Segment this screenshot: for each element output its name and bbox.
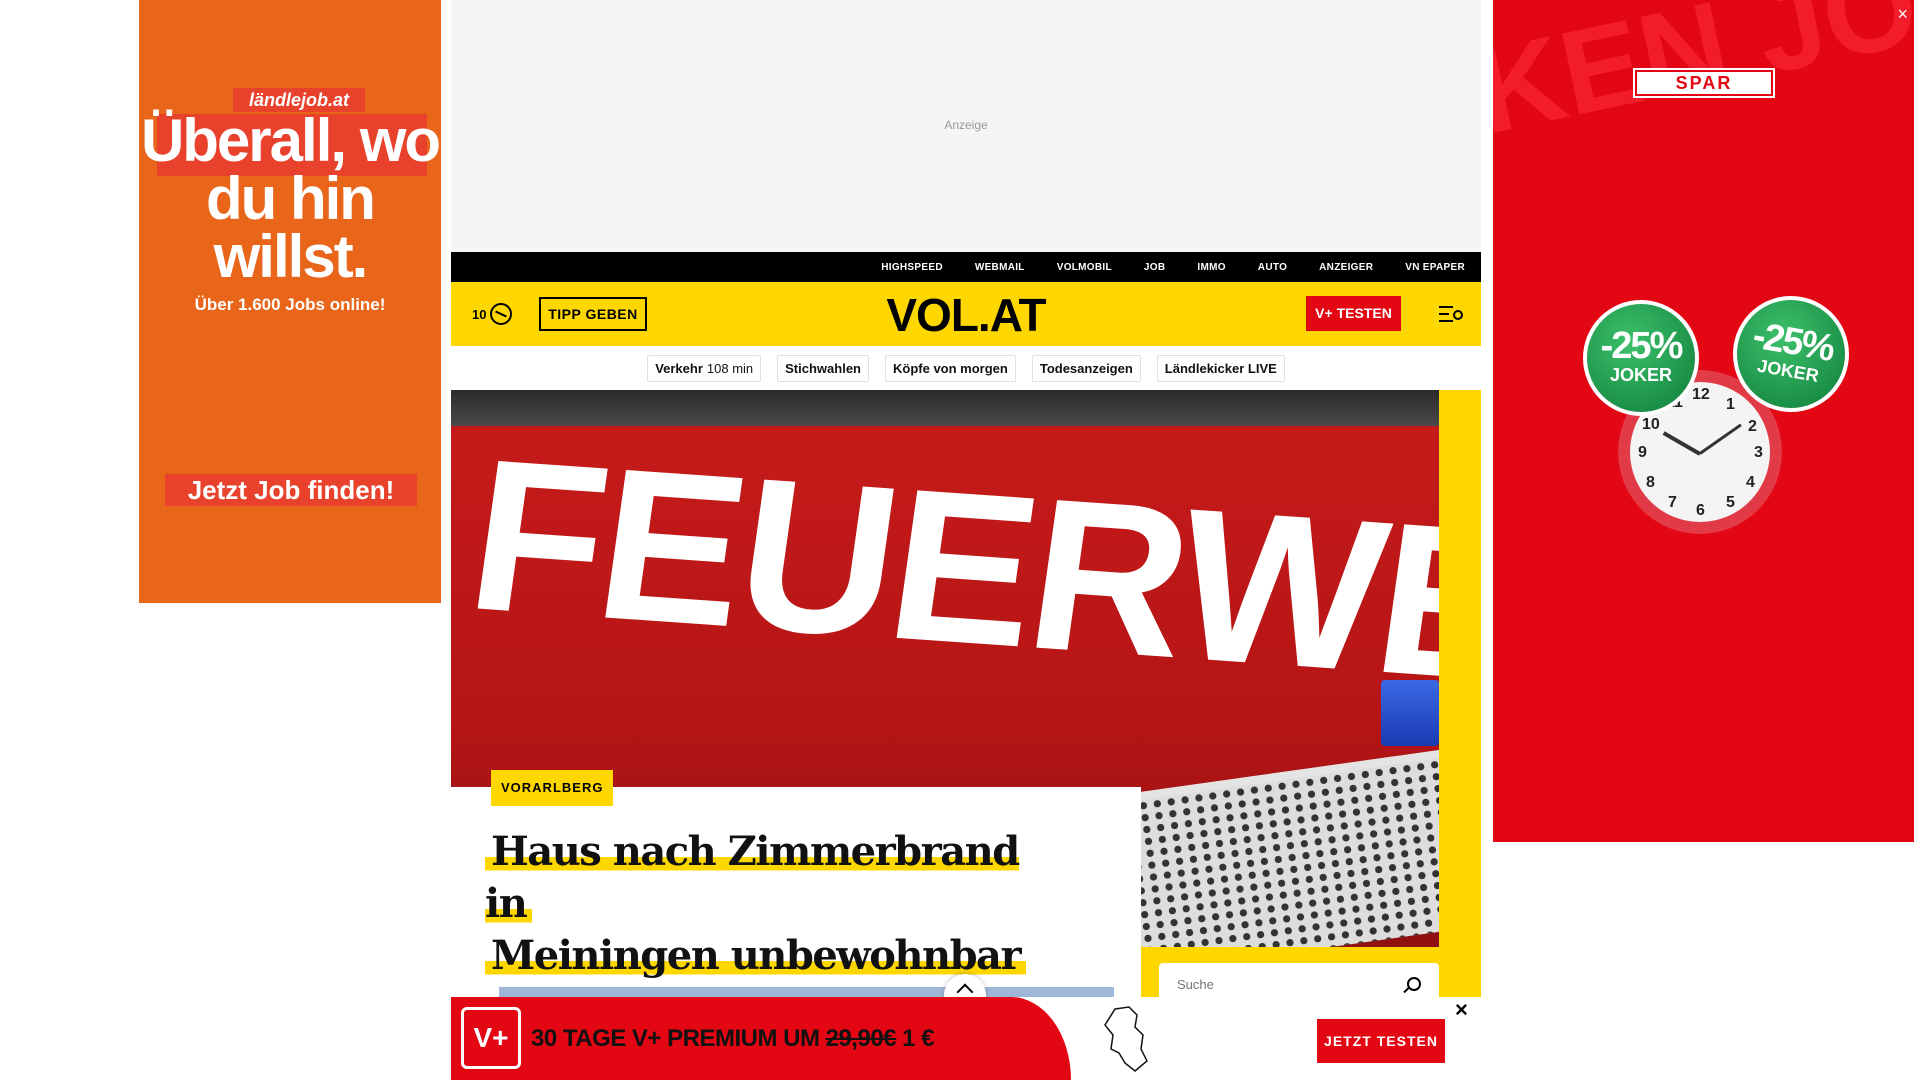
hero-headline-line1: Haus nach Zimmerbrand in (485, 828, 1020, 927)
search-input[interactable] (1177, 977, 1377, 992)
promo-text: 30 TAGE V+ PREMIUM UM 29,90€ 1 € (531, 1025, 935, 1053)
ad-headline: Überall, wo du hin willst. (140, 107, 441, 290)
tipp-geben-button[interactable]: TIPP GEBEN (539, 297, 647, 331)
blue-light (1381, 680, 1439, 746)
topbar-link-auto[interactable]: AUTO (1258, 262, 1287, 273)
topbar-link-highspeed[interactable]: HIGHSPEED (881, 262, 943, 273)
promo-old-price: 29,90€ (825, 1025, 897, 1052)
topbar-link-webmail[interactable]: WEBMAIL (975, 262, 1025, 273)
badge-percent: -25% (1600, 325, 1684, 367)
site-header: 10 TIPP GEBEN VOL.AT V+ TESTEN (451, 282, 1481, 346)
ad-label: Anzeige (944, 118, 988, 132)
chip-laendlekicker-live[interactable]: Ländlekicker LIVE (1156, 354, 1285, 382)
menu-search-icon[interactable] (1439, 304, 1465, 326)
category-tag[interactable]: VORARLBERG (491, 770, 614, 806)
top-service-bar: HIGHSPEED WEBMAIL VOLMOBIL JOB IMMO AUTO… (451, 252, 1481, 282)
vplus-logo: V+ (461, 1007, 521, 1069)
top-ad-slot: Anzeige (451, 0, 1481, 252)
promo-text-main: 30 TAGE V+ PREMIUM UM (531, 1025, 826, 1052)
chip-stichwahlen[interactable]: Stichwahlen (777, 354, 869, 382)
ad-subline: Über 1.600 Jobs online! (194, 295, 386, 314)
hero-image-lettering: FEUERWEHR (456, 412, 1439, 748)
topbar-link-volmobil[interactable]: VOLMOBIL (1057, 262, 1112, 273)
vorarlberg-map-icon (1104, 1006, 1148, 1072)
weather-icon (490, 303, 513, 325)
weather-widget[interactable]: 10 (472, 303, 513, 325)
hero-teaser: FEUERWEHR VORARLBERG Haus nach Zimmerbra… (451, 390, 1481, 997)
chip-koepfe-von-morgen[interactable]: Köpfe von morgen (885, 354, 1016, 382)
topbar-link-vn-epaper[interactable]: VN EPAPER (1405, 262, 1465, 273)
chip-todesanzeigen[interactable]: Todesanzeigen (1031, 354, 1141, 382)
hero-headline-line2: Meiningen unbewohnbar (485, 932, 1027, 979)
search-box[interactable] (1159, 963, 1439, 997)
badge-label: JOKER (1609, 365, 1672, 385)
premium-promo-bar: V+ 30 TAGE V+ PREMIUM UM 29,90€ 1 € JETZ… (451, 997, 1481, 1080)
ad-cta-button[interactable]: Jetzt Job finden! (165, 474, 417, 506)
vplus-testen-button[interactable]: V+ TESTEN (1306, 296, 1401, 331)
close-icon[interactable]: × (1897, 4, 1908, 25)
chip-verkehr[interactable]: Verkehr 108 min (647, 354, 762, 382)
close-icon[interactable]: × (1455, 997, 1468, 1023)
right-ad-banner[interactable]: KEN JOKER JOKEN JO SPAR 12 1 2 3 4 5 6 7… (1493, 0, 1914, 842)
left-ad-banner[interactable]: ländlejob.at Überall, wo du hin willst. … (139, 0, 441, 603)
topbar-link-anzeiger[interactable]: ANZEIGER (1319, 262, 1373, 273)
topbar-link-immo[interactable]: IMMO (1197, 262, 1225, 273)
jetzt-testen-button[interactable]: JETZT TESTEN (1317, 1019, 1445, 1063)
topic-chip-nav: Verkehr 108 min Stichwahlen Köpfe von mor… (451, 346, 1481, 390)
hero-headline[interactable]: Haus nach Zimmerbrand in Meiningen unbew… (485, 826, 1045, 982)
chip-verkehr-label: Verkehr (655, 360, 703, 376)
joker-badge-left: -25% JOKER (1583, 300, 1699, 416)
topbar-link-job[interactable]: JOB (1144, 262, 1165, 273)
search-icon[interactable] (1407, 977, 1421, 991)
spar-logo: SPAR (1633, 68, 1775, 98)
temperature-value: 10 (472, 306, 487, 322)
promo-new-price: 1 € (896, 1025, 935, 1052)
chip-verkehr-value: 108 min (706, 360, 754, 376)
next-teaser-image[interactable] (499, 987, 1114, 997)
